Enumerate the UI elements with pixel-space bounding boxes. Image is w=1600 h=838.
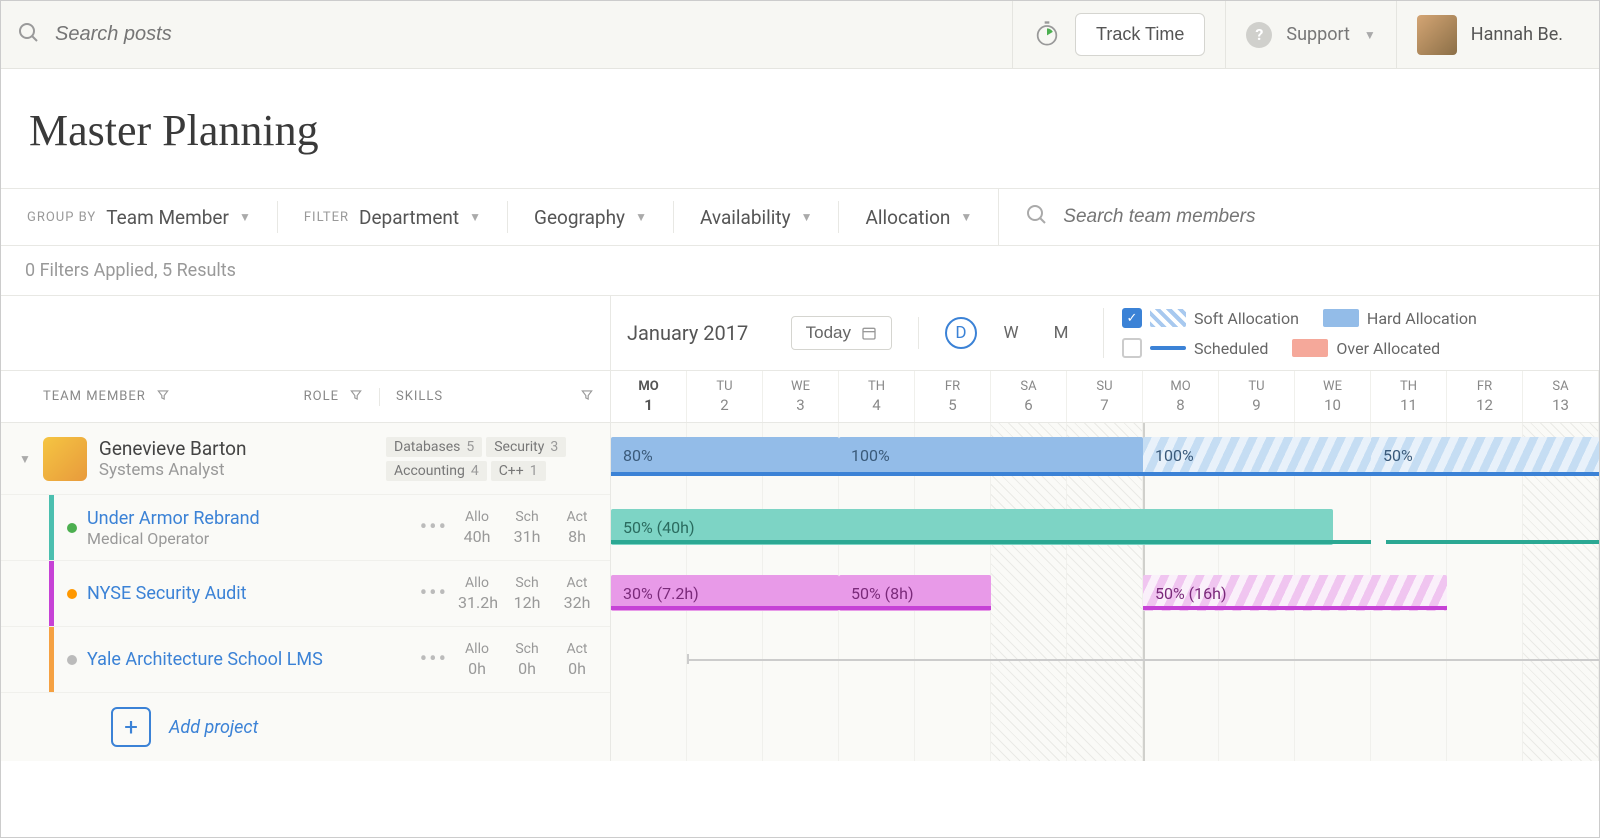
search-icon <box>1025 203 1049 231</box>
member-row: ▼ Genevieve Barton Systems Analyst Datab… <box>1 423 610 495</box>
filter-geography[interactable]: Geography ▼ <box>534 206 673 229</box>
filter-availability[interactable]: Availability ▼ <box>700 206 839 229</box>
day-header: MO8 <box>1143 371 1219 422</box>
add-project-label[interactable]: Add project <box>169 717 258 738</box>
more-icon[interactable]: ••• <box>410 515 458 540</box>
month-label: January 2017 <box>627 321 748 345</box>
more-icon[interactable]: ••• <box>410 647 458 672</box>
status-dot <box>67 523 77 533</box>
allocation-bar[interactable]: 100% <box>839 437 1143 473</box>
topbar: Track Time ? Support ▼ Hannah Be. <box>1 1 1599 69</box>
more-icon[interactable]: ••• <box>410 581 458 606</box>
project-row: NYSE Security Audit ••• Allo31.2h Sch12h… <box>1 561 610 627</box>
group-by-dropdown[interactable]: GROUP BY Team Member ▼ <box>27 206 277 229</box>
support-menu[interactable]: ? Support ▼ <box>1225 1 1395 68</box>
skill-tag[interactable]: Accounting4 <box>386 461 487 481</box>
project-row: Under Armor Rebrand Medical Operator •••… <box>1 495 610 561</box>
collapse-toggle[interactable]: ▼ <box>19 452 31 466</box>
day-header: FR5 <box>915 371 991 422</box>
member-role: Systems Analyst <box>99 460 374 480</box>
view-week-button[interactable]: W <box>995 317 1027 349</box>
day-header: SU7 <box>1067 371 1143 422</box>
day-header: TH11 <box>1371 371 1447 422</box>
page-title: Master Planning <box>1 69 1599 188</box>
day-header: TU9 <box>1219 371 1295 422</box>
timer-icon <box>1033 19 1061 51</box>
skill-tag[interactable]: Security3 <box>486 437 566 457</box>
member-name: Genevieve Barton <box>99 437 374 460</box>
day-header: FR12 <box>1447 371 1523 422</box>
filter-bar: GROUP BY Team Member ▼ FILTER Department… <box>1 188 1599 246</box>
day-header: WE10 <box>1295 371 1371 422</box>
status-dot <box>67 655 77 665</box>
day-header: MO1 <box>611 371 687 422</box>
view-day-button[interactable]: D <box>945 317 977 349</box>
chevron-down-icon: ▼ <box>801 210 813 224</box>
filter-icon[interactable] <box>156 388 170 406</box>
project-link[interactable]: Yale Architecture School LMS <box>87 649 410 670</box>
add-project-button[interactable]: + <box>111 707 151 747</box>
chevron-down-icon: ▼ <box>239 210 251 224</box>
chevron-down-icon: ▼ <box>1364 28 1376 42</box>
search-members-input[interactable] <box>1063 206 1310 228</box>
day-header: TU2 <box>687 371 763 422</box>
day-header: WE3 <box>763 371 839 422</box>
filter-icon[interactable] <box>580 388 594 406</box>
scheduled-checkbox[interactable] <box>1122 338 1142 358</box>
search-posts-input[interactable] <box>55 23 455 46</box>
day-header: SA13 <box>1523 371 1599 422</box>
allocation-bar[interactable]: 80% <box>611 437 839 473</box>
skill-tag[interactable]: C++1 <box>491 461 546 481</box>
skill-tag[interactable]: Databases5 <box>386 437 482 457</box>
chevron-down-icon: ▼ <box>635 210 647 224</box>
today-button[interactable]: Today <box>791 316 892 350</box>
project-link[interactable]: NYSE Security Audit <box>87 583 410 604</box>
day-header: TH4 <box>839 371 915 422</box>
allocation-bar[interactable]: 50% <box>1371 437 1599 473</box>
help-icon: ? <box>1246 22 1272 48</box>
allocation-bar[interactable]: 100% <box>1143 437 1371 473</box>
filter-icon[interactable] <box>349 388 363 406</box>
soft-allocation-checkbox[interactable]: ✓ <box>1122 308 1142 328</box>
filter-department[interactable]: FILTER Department ▼ <box>304 206 507 229</box>
day-header: SA6 <box>991 371 1067 422</box>
user-menu[interactable]: Hannah Be. <box>1396 1 1583 68</box>
view-month-button[interactable]: M <box>1045 317 1077 349</box>
project-row: Yale Architecture School LMS ••• Allo0h … <box>1 627 610 693</box>
search-icon <box>17 21 41 49</box>
project-link[interactable]: Under Armor Rebrand <box>87 508 410 529</box>
chevron-down-icon: ▼ <box>469 210 481 224</box>
user-avatar <box>1417 15 1457 55</box>
member-avatar <box>43 437 87 481</box>
results-summary: 0 Filters Applied, 5 Results <box>1 246 1599 296</box>
status-dot <box>67 589 77 599</box>
filter-allocation[interactable]: Allocation ▼ <box>865 206 998 229</box>
track-time-button[interactable]: Track Time <box>1075 13 1205 56</box>
calendar-icon <box>861 325 877 341</box>
legend: ✓Soft Allocation Hard Allocation Schedul… <box>1103 308 1583 358</box>
chevron-down-icon: ▼ <box>960 210 972 224</box>
